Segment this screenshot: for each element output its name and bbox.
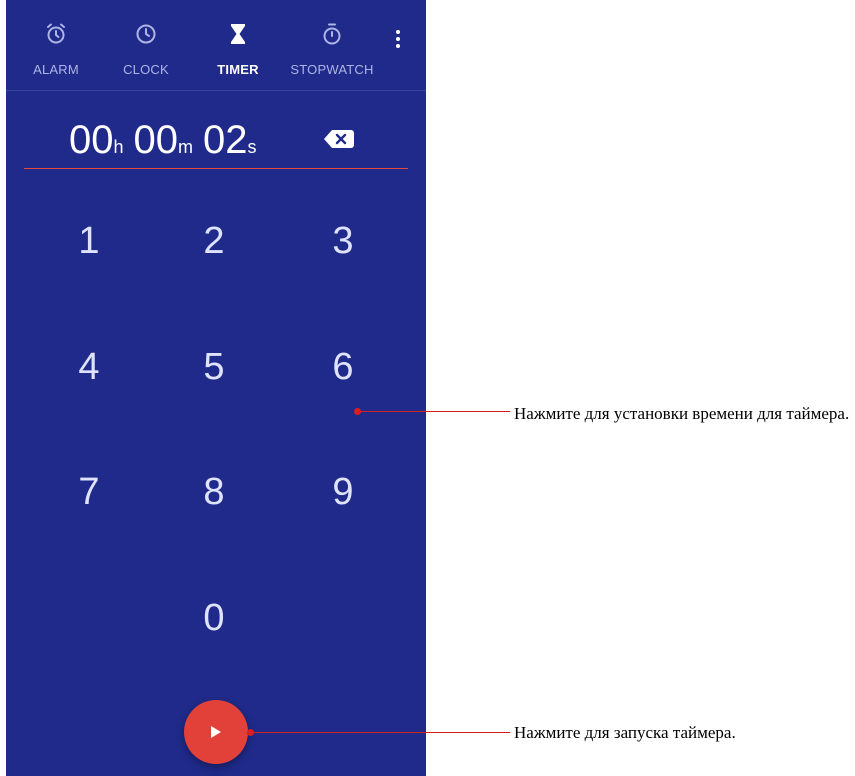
callout-line-start — [251, 732, 510, 733]
key-8[interactable]: 8 — [164, 452, 264, 532]
hours-value: 00 — [69, 118, 114, 162]
tab-timer-label: TIMER — [217, 62, 259, 77]
key-2[interactable]: 2 — [164, 201, 264, 281]
minutes-unit: m — [178, 137, 194, 157]
hours-unit: h — [113, 137, 124, 157]
key-4[interactable]: 4 — [39, 327, 139, 407]
tab-stopwatch-label: STOPWATCH — [290, 62, 374, 77]
timer-display[interactable]: 00h 00m 02s — [24, 108, 408, 169]
callout-set-time: Нажмите для установки времени для таймер… — [514, 404, 850, 423]
start-timer-button[interactable] — [184, 700, 248, 764]
key-3[interactable]: 3 — [293, 201, 393, 281]
key-5[interactable]: 5 — [164, 327, 264, 407]
tab-clock[interactable]: CLOCK — [106, 0, 186, 90]
callout-line-set-time — [358, 411, 510, 412]
more-options-icon[interactable] — [390, 28, 406, 52]
tab-alarm[interactable]: ALARM — [16, 0, 96, 90]
alarm-icon — [47, 23, 65, 44]
key-7[interactable]: 7 — [39, 452, 139, 532]
minutes-value: 00 — [133, 118, 179, 162]
seconds-value: 02 — [203, 118, 248, 162]
timer-app-screen: ALARM CLOCK TIMER STOPWATCH 00h 00m 02s … — [6, 0, 426, 776]
clock-icon — [136, 24, 156, 44]
tab-timer[interactable]: TIMER — [198, 0, 278, 90]
tab-alarm-label: ALARM — [33, 62, 79, 77]
play-icon — [211, 726, 221, 738]
callout-start: Нажмите для запуска таймера. — [514, 723, 736, 742]
key-9[interactable]: 9 — [293, 452, 393, 532]
key-6[interactable]: 6 — [293, 327, 393, 407]
timer-value: 00h 00m 02s — [69, 118, 267, 163]
key-0[interactable]: 0 — [164, 578, 264, 658]
stopwatch-icon — [323, 23, 341, 45]
seconds-unit: s — [247, 137, 257, 157]
tab-bar: ALARM CLOCK TIMER STOPWATCH — [6, 0, 426, 91]
backspace-icon[interactable] — [324, 130, 354, 148]
tab-stopwatch[interactable]: STOPWATCH — [282, 0, 382, 90]
key-1[interactable]: 1 — [39, 201, 139, 281]
tab-clock-label: CLOCK — [123, 62, 169, 77]
hourglass-icon — [231, 24, 245, 44]
